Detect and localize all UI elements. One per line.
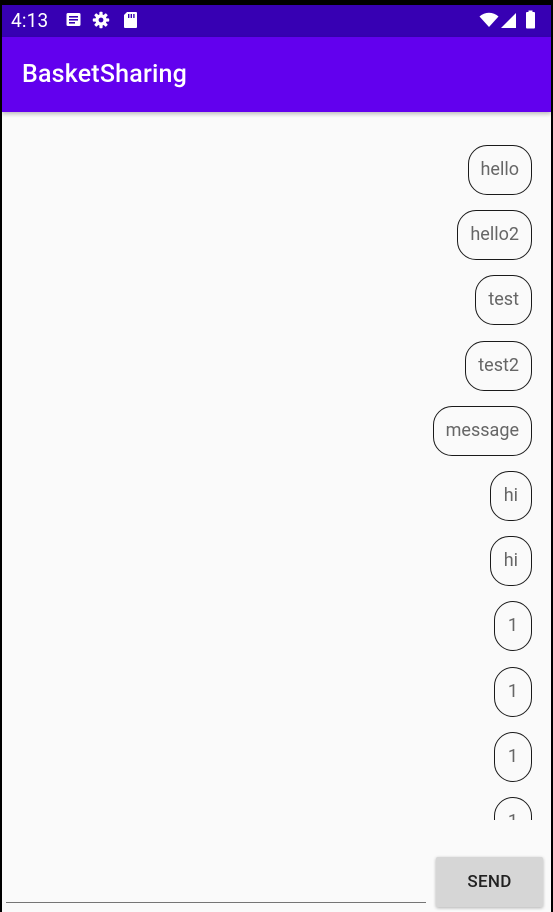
- message-input[interactable]: [6, 853, 426, 903]
- message-bubble: hello: [467, 145, 532, 195]
- message-bubble: test: [475, 275, 532, 326]
- battery-icon: [526, 10, 535, 29]
- gear-icon: [92, 11, 110, 29]
- message-bubble: 1: [493, 666, 532, 717]
- send-button[interactable]: SEND: [436, 857, 543, 907]
- app-screen: 4:13 BasketSharing hello hello2 test tes…: [2, 5, 551, 912]
- status-time: 4:13: [11, 9, 49, 32]
- message-bubble: test2: [465, 340, 532, 391]
- sd-card-icon: [124, 12, 137, 28]
- app-bar: BasketSharing: [2, 37, 551, 112]
- wifi-icon: [479, 12, 499, 27]
- message-bubble: hi: [489, 471, 532, 521]
- app-title: BasketSharing: [22, 60, 188, 89]
- message-bubble: 1: [493, 797, 532, 820]
- message-list[interactable]: hello hello2 test test2 message hi hi 1 1 1 1: [2, 112, 551, 820]
- message-bubble: hello2: [457, 210, 532, 261]
- message-bubble: 1: [493, 731, 532, 782]
- message-bubble: hi: [489, 536, 532, 587]
- message-bubble: message: [432, 405, 532, 456]
- notification-icon: [66, 13, 81, 26]
- status-bar: 4:13: [2, 5, 551, 37]
- message-bubble: 1: [493, 601, 532, 652]
- signal-icon: [501, 13, 516, 28]
